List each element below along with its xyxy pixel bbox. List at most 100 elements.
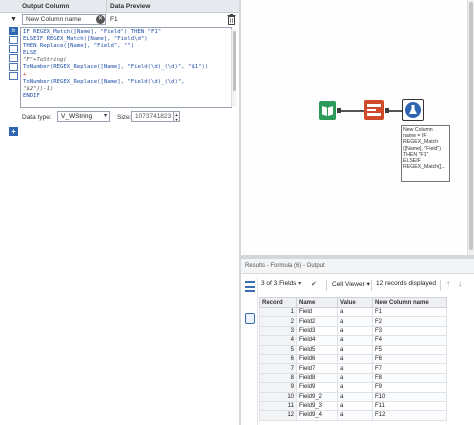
- cell-new-column[interactable]: F2: [372, 316, 447, 327]
- cell-value[interactable]: a: [337, 344, 373, 355]
- table-row[interactable]: 11 Field9_3 a F11: [259, 400, 447, 412]
- table-row[interactable]: 10 Field9_2 a F10: [259, 391, 447, 402]
- cell-name[interactable]: Field9: [296, 382, 338, 393]
- col-header-value[interactable]: Value: [337, 297, 373, 308]
- cell-new-column[interactable]: F9: [372, 382, 447, 393]
- cell-record[interactable]: 9: [259, 382, 297, 393]
- table-row[interactable]: 9 Field9 a F9: [259, 382, 447, 393]
- cell-name[interactable]: Field3: [296, 325, 338, 337]
- trash-icon[interactable]: [227, 14, 236, 25]
- cell-value[interactable]: a: [337, 391, 373, 402]
- chevron-down-icon[interactable]: ▼: [9, 15, 18, 24]
- add-icon[interactable]: +: [9, 127, 18, 136]
- table-row[interactable]: 12 Field9_4 a F12: [259, 410, 447, 421]
- table-header-row: Record Name Value New Column name: [259, 297, 447, 308]
- expr-line-9: "$2"))-1): [23, 85, 54, 92]
- cell-value[interactable]: a: [337, 325, 373, 337]
- fields-selector[interactable]: 3 of 3 Fields ▾: [261, 280, 301, 287]
- cell-value[interactable]: a: [337, 363, 373, 374]
- cell-name[interactable]: Field5: [296, 344, 338, 355]
- cell-record[interactable]: 5: [259, 344, 297, 355]
- cell-name[interactable]: Field6: [296, 353, 338, 365]
- cell-name[interactable]: Field9_4: [296, 410, 338, 421]
- size-stepper[interactable]: ▴ ▾: [174, 111, 180, 122]
- cell-new-column[interactable]: F11: [372, 400, 447, 412]
- cell-new-column[interactable]: F6: [372, 353, 447, 365]
- sample-tool-icon[interactable]: [364, 100, 384, 120]
- col-header-new-column[interactable]: New Column name: [372, 297, 447, 308]
- expression-editor[interactable]: IF REGEX_Match([Name], "Field") THEN "F1…: [20, 27, 232, 108]
- functions-icon[interactable]: [9, 45, 18, 53]
- cell-name[interactable]: Field7: [296, 363, 338, 374]
- cell-name[interactable]: Field: [296, 306, 338, 318]
- cell-new-column[interactable]: F7: [372, 363, 447, 374]
- size-input[interactable]: 1073741823: [131, 111, 174, 122]
- cell-new-column[interactable]: F4: [372, 335, 447, 346]
- recent-expressions-icon[interactable]: [9, 72, 18, 80]
- data-type-value: V_WString: [61, 113, 93, 120]
- canvas-scrollbar[interactable]: [467, 0, 474, 255]
- clear-icon[interactable]: ✕: [96, 15, 105, 24]
- cell-name[interactable]: Field8: [296, 372, 338, 384]
- checkmark-icon[interactable]: ✔: [311, 280, 317, 288]
- col-header-name[interactable]: Name: [296, 297, 338, 308]
- editor-scrollbar[interactable]: [231, 29, 236, 107]
- arrow-up-icon[interactable]: ↑: [446, 279, 450, 288]
- cell-new-column[interactable]: F8: [372, 372, 447, 384]
- cell-name[interactable]: Field9_3: [296, 400, 338, 412]
- table-row[interactable]: 6 Field6 a F6: [259, 353, 447, 365]
- editor-scroll-thumb[interactable]: [233, 31, 236, 91]
- cell-value[interactable]: a: [337, 382, 373, 393]
- cell-record[interactable]: 12: [259, 410, 297, 421]
- toolbar-separator: [371, 280, 372, 291]
- arrow-down-icon[interactable]: ↓: [458, 279, 462, 288]
- formula-fx-icon[interactable]: fx: [9, 27, 18, 35]
- table-row[interactable]: 7 Field7 a F7: [259, 363, 447, 374]
- cell-record[interactable]: 1: [259, 306, 297, 318]
- data-preview-header: Data Preview: [110, 3, 151, 10]
- viewer-selector[interactable]: Cell Viewer ▾: [332, 280, 370, 288]
- saved-expressions-icon[interactable]: [9, 63, 18, 71]
- cell-record[interactable]: 4: [259, 335, 297, 346]
- cell-record[interactable]: 11: [259, 400, 297, 412]
- fields-icon[interactable]: [9, 36, 18, 44]
- cell-record[interactable]: 6: [259, 353, 297, 365]
- table-row[interactable]: 5 Field5 a F5: [259, 344, 447, 355]
- col-header-record[interactable]: Record: [259, 297, 297, 308]
- sample-glyph: [367, 104, 381, 116]
- cell-new-column[interactable]: F1: [372, 306, 447, 318]
- table-row[interactable]: 2 Field2 a F2: [259, 316, 447, 327]
- cell-name[interactable]: Field2: [296, 316, 338, 327]
- cell-record[interactable]: 3: [259, 325, 297, 337]
- cell-value[interactable]: a: [337, 316, 373, 327]
- cell-value[interactable]: a: [337, 353, 373, 365]
- cell-name[interactable]: Field9_2: [296, 391, 338, 402]
- cell-value[interactable]: a: [337, 400, 373, 412]
- cell-record[interactable]: 10: [259, 391, 297, 402]
- data-preview-value: F1: [110, 16, 118, 23]
- cell-new-column[interactable]: F5: [372, 344, 447, 355]
- formula-tool-icon[interactable]: [402, 99, 424, 121]
- cell-value[interactable]: a: [337, 372, 373, 384]
- cell-new-column[interactable]: F12: [372, 410, 447, 421]
- cell-record[interactable]: 8: [259, 372, 297, 384]
- variables-icon[interactable]: [9, 54, 18, 62]
- cell-value[interactable]: a: [337, 306, 373, 318]
- cell-new-column[interactable]: F3: [372, 325, 447, 337]
- cell-record[interactable]: 2: [259, 316, 297, 327]
- table-view-icon[interactable]: [245, 281, 255, 292]
- cell-new-column[interactable]: F10: [372, 391, 447, 402]
- cell-name[interactable]: Field4: [296, 335, 338, 346]
- cell-record[interactable]: 7: [259, 363, 297, 374]
- cell-value[interactable]: a: [337, 410, 373, 421]
- output-column-select[interactable]: New Column name: [22, 14, 106, 25]
- data-type-select[interactable]: V_WString ▾: [57, 111, 110, 122]
- table-row[interactable]: 4 Field4 a F4: [259, 335, 447, 346]
- cell-value[interactable]: a: [337, 335, 373, 346]
- canvas-scroll-thumb[interactable]: [469, 2, 473, 250]
- table-row[interactable]: 1 Field a F1: [259, 306, 447, 318]
- book-input-icon[interactable]: [319, 101, 336, 120]
- cell-view-icon[interactable]: [245, 313, 255, 324]
- table-row[interactable]: 8 Field8 a F8: [259, 372, 447, 384]
- table-row[interactable]: 3 Field3 a F3: [259, 325, 447, 337]
